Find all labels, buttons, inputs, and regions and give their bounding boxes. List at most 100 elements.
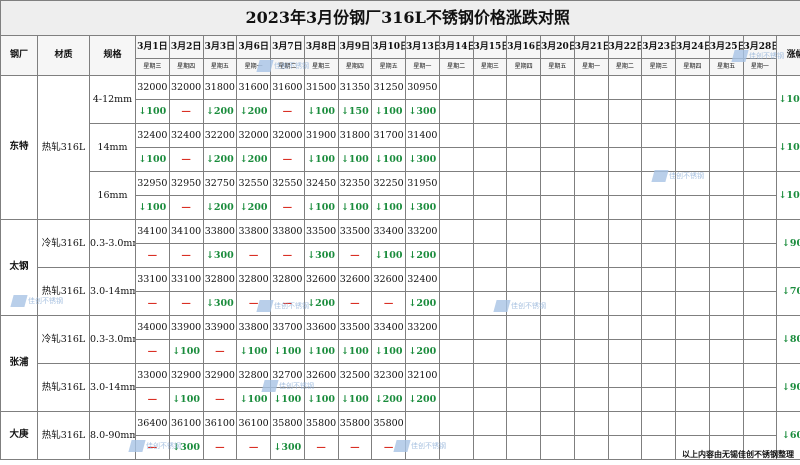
price-cell: 32450 — [303, 171, 339, 196]
empty-cell — [540, 243, 575, 268]
change-cell: — — [168, 291, 204, 316]
change-cell: ↓200 — [405, 339, 440, 364]
change-cell: ↓200 — [405, 291, 440, 316]
empty-cell — [607, 387, 643, 412]
price-cell: 31500 — [303, 75, 339, 100]
empty-cell — [675, 363, 710, 388]
empty-cell — [675, 339, 710, 364]
empty-cell — [708, 75, 744, 100]
header-weekday: 星期五 — [371, 58, 406, 76]
header-mill: 钢厂 — [0, 35, 38, 76]
change-cell: ↓100 — [135, 195, 170, 220]
total-change-cell: ↓1050 — [776, 75, 800, 124]
change-cell: ↓100 — [337, 195, 373, 220]
change-cell: — — [236, 243, 271, 268]
price-cell: 31600 — [236, 75, 271, 100]
empty-cell — [472, 75, 508, 100]
empty-cell — [607, 219, 643, 244]
header-date: 3月2日 — [168, 35, 204, 59]
change-cell: ↓200 — [405, 243, 440, 268]
header-date: 3月6日 — [236, 35, 271, 59]
empty-cell — [540, 99, 575, 124]
header-weekday: 星期四 — [506, 58, 541, 76]
empty-cell — [607, 147, 643, 172]
change-cell: ↓100 — [236, 339, 271, 364]
change-cell: ↓200 — [202, 99, 238, 124]
empty-cell — [708, 243, 744, 268]
page-title: 2023年3月份钢厂316L不锈钢价格涨跌对照 — [0, 0, 800, 36]
empty-cell — [607, 267, 643, 292]
empty-cell — [675, 291, 710, 316]
header-weekday: 星期三 — [641, 58, 676, 76]
header-weekday: 星期三 — [135, 58, 170, 76]
watermark-logo: 佳创不锈钢 — [128, 440, 181, 452]
empty-cell — [540, 267, 575, 292]
empty-cell — [675, 267, 710, 292]
header-weekday: 星期三 — [303, 58, 339, 76]
empty-cell — [540, 315, 575, 340]
change-cell: — — [337, 243, 373, 268]
empty-cell — [540, 363, 575, 388]
empty-cell — [607, 99, 643, 124]
price-cell: 33200 — [405, 315, 440, 340]
mill-name: 大庚 — [0, 411, 38, 460]
price-cell: 32550 — [236, 171, 271, 196]
header-date: 3月13日 — [405, 35, 440, 59]
empty-cell — [573, 123, 609, 148]
empty-cell — [506, 411, 541, 436]
price-cell: 33500 — [337, 219, 373, 244]
price-cell: 32200 — [202, 123, 238, 148]
watermark-logo: 佳创不锈钢 — [256, 60, 309, 72]
empty-cell — [607, 411, 643, 436]
spec-cell: 4-12mm — [89, 75, 136, 124]
material-cell: 冷轧316L — [37, 315, 90, 364]
change-cell: — — [168, 99, 204, 124]
header-weekday: 星期三 — [472, 58, 508, 76]
header-spec: 规格 — [89, 35, 136, 76]
header-date: 3月20日 — [540, 35, 575, 59]
header-weekday: 星期四 — [168, 58, 204, 76]
price-cell: 32350 — [337, 171, 373, 196]
empty-cell — [472, 123, 508, 148]
material-cell: 热轧316L — [37, 267, 90, 316]
empty-cell — [472, 171, 508, 196]
empty-cell — [742, 219, 778, 244]
empty-cell — [641, 315, 676, 340]
price-cell: 33800 — [270, 219, 305, 244]
empty-cell — [708, 147, 744, 172]
empty-cell — [438, 387, 474, 412]
price-cell: 33700 — [270, 315, 305, 340]
empty-cell — [472, 267, 508, 292]
change-cell: ↓300 — [202, 243, 238, 268]
change-cell: ↓100 — [371, 195, 406, 220]
header-date: 3月9日 — [337, 35, 373, 59]
change-cell: ↓200 — [236, 147, 271, 172]
change-cell: — — [202, 435, 238, 460]
empty-cell — [641, 411, 676, 436]
empty-cell — [540, 219, 575, 244]
empty-cell — [540, 387, 575, 412]
table-row: 张浦冷轧316L0.3-3.0mm34000339003390033800337… — [0, 315, 800, 412]
change-cell: ↓100 — [371, 243, 406, 268]
change-cell: ↓300 — [303, 243, 339, 268]
header-weekday: 星期四 — [675, 58, 710, 76]
empty-cell — [540, 435, 575, 460]
change-cell: ↓200 — [202, 195, 238, 220]
empty-cell — [506, 267, 541, 292]
price-cell: 31350 — [337, 75, 373, 100]
price-cell: 31800 — [202, 75, 238, 100]
empty-cell — [607, 123, 643, 148]
empty-cell — [641, 387, 676, 412]
empty-cell — [607, 243, 643, 268]
price-cell: 35800 — [303, 411, 339, 436]
empty-cell — [540, 147, 575, 172]
empty-cell — [641, 339, 676, 364]
empty-cell — [675, 195, 710, 220]
empty-cell — [742, 147, 778, 172]
empty-cell — [573, 195, 609, 220]
empty-cell — [641, 435, 676, 460]
price-cell: 32600 — [371, 267, 406, 292]
price-cell: 33900 — [202, 315, 238, 340]
empty-cell — [641, 123, 676, 148]
empty-cell — [708, 123, 744, 148]
